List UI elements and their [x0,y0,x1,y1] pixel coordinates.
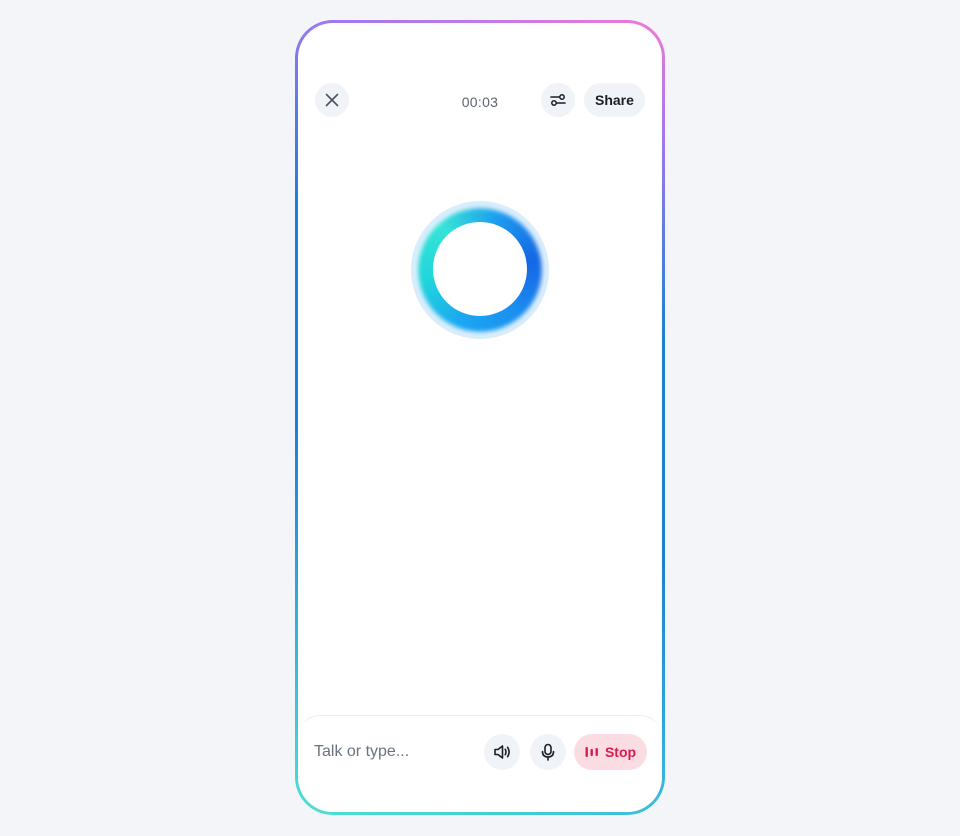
share-button[interactable]: Share [584,83,645,117]
sliders-icon [549,91,567,109]
top-bar: 00:03 Share [298,23,662,143]
talk-or-type-input[interactable] [314,740,474,764]
speaker-icon [492,742,512,762]
microphone-icon [538,742,558,762]
app-background: 00:03 Share Talk or type... Stop [0,0,960,836]
voice-orb-core [433,222,527,316]
audio-bars-icon [585,746,599,758]
stop-button[interactable]: Stop [574,734,647,770]
voice-session-frame: 00:03 Share Talk or type... Stop [295,20,665,815]
settings-button[interactable] [541,83,575,117]
microphone-button[interactable] [530,734,566,770]
stop-label: Stop [604,744,637,760]
speaker-button[interactable] [484,734,520,770]
voice-orb [411,201,549,339]
composer-bar: Stop [298,715,662,812]
voice-session-panel: 00:03 Share Talk or type... Stop [298,23,662,812]
